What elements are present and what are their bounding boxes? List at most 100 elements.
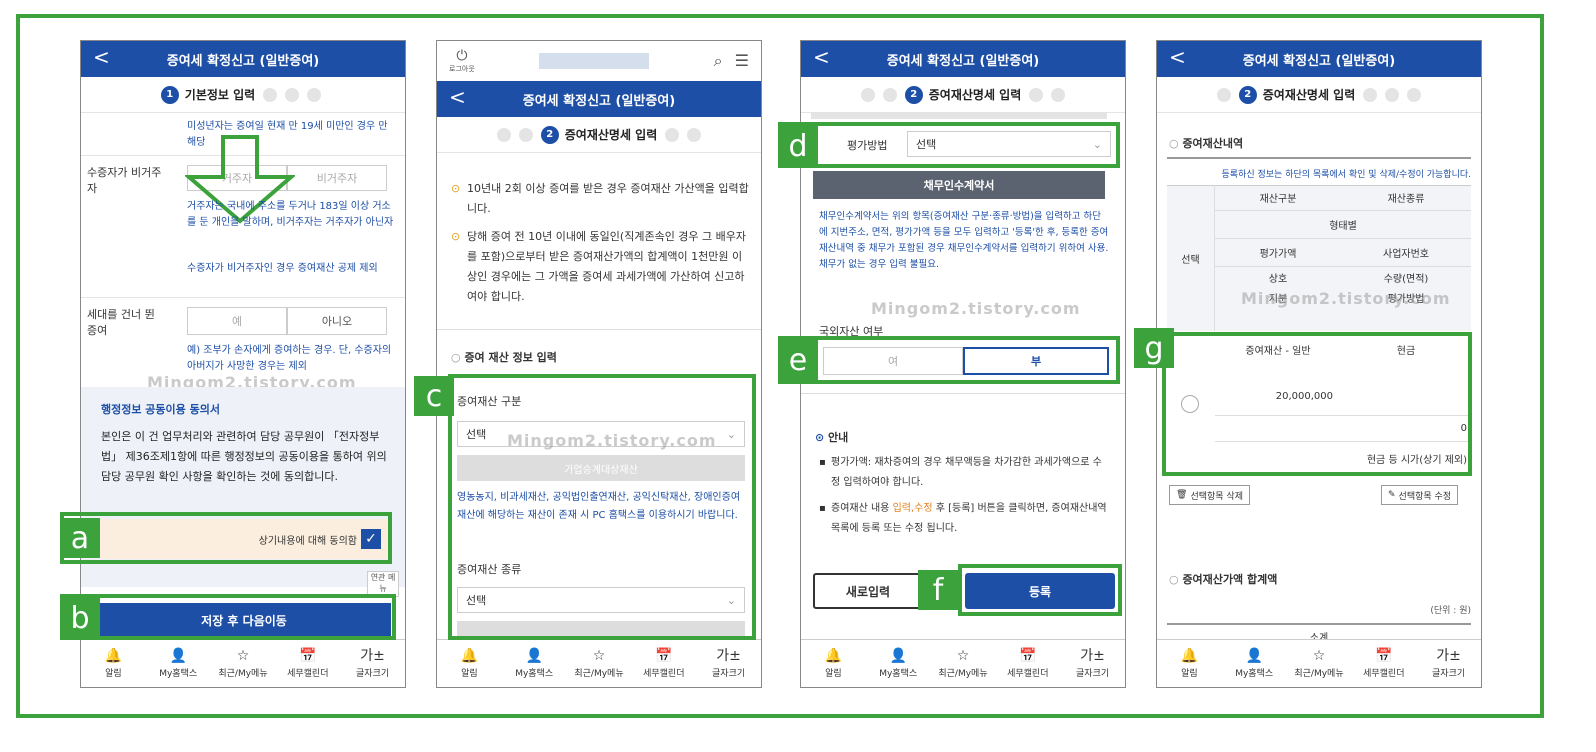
logout-button[interactable]: ⏻ 로그아웃	[449, 48, 475, 74]
circle-icon: ○	[1169, 573, 1183, 586]
calendar-icon: 📅	[1375, 648, 1393, 664]
font-size-icon: 가±	[716, 648, 741, 664]
calendar-icon: 📅	[1019, 648, 1037, 664]
calendar-icon: 📅	[655, 648, 673, 664]
list-desc: 등록하신 정보는 하단의 목록에서 확인 및 삭제/수정이 가능합니다.	[1221, 170, 1471, 180]
header-cell: 평가가액	[1215, 239, 1341, 267]
info-title: ⊙ 안내	[815, 429, 848, 445]
nav-my-hometax[interactable]: 👤 My홈택스	[502, 640, 567, 687]
highlight-e	[778, 336, 1120, 384]
nav-alarm[interactable]: 🔔 알림	[81, 640, 146, 687]
label-c: c	[414, 376, 454, 416]
info-icon: ⊙	[815, 431, 829, 444]
nav-label: My홈택스	[159, 669, 198, 679]
nav-label: 글자크기	[356, 669, 390, 679]
header-cell: 상호	[1268, 273, 1288, 285]
header-cell: 형태별	[1215, 211, 1471, 239]
label-f: f	[918, 570, 958, 610]
bell-icon: 🔔	[824, 648, 843, 664]
total-title: ○ 증여재산가액 합계액	[1169, 571, 1277, 587]
step-dot	[860, 87, 875, 102]
font-size-icon: 가±	[1080, 648, 1105, 664]
page-title: 증여세 확정신고 (일반증여)	[166, 53, 320, 69]
note-generation: 예) 조부가 손자에게 증여하는 경우. 단, 수증자의 아버지가 사망한 경우…	[187, 345, 392, 372]
edit-selected-button[interactable]: ✎ 선택항목 수정	[1381, 485, 1459, 505]
bell-icon: 🔔	[104, 648, 123, 664]
nav-my-hometax[interactable]: 👤 My홈택스	[1222, 640, 1287, 687]
star-icon: ☆	[1312, 648, 1326, 664]
edit-icon: ✎	[1388, 490, 1396, 500]
user-icon: 👤	[169, 648, 187, 664]
font-size-icon: 가±	[1436, 648, 1461, 664]
info-text: 증여재산 내용	[831, 503, 893, 514]
nav-recent-menu[interactable]: ☆ 최근/My메뉴	[567, 640, 632, 687]
delete-selected-button[interactable]: 🗑 선택항목 삭제	[1169, 485, 1250, 505]
menu-icon[interactable]: ☰	[735, 51, 749, 71]
back-icon[interactable]: <	[93, 45, 110, 69]
label-b: b	[60, 598, 100, 638]
page-title: 증여세 확정신고 (일반증여)	[886, 53, 1040, 69]
blurred-logo	[539, 53, 650, 69]
nav-tax-calendar[interactable]: 📅 세무캘린더	[275, 640, 340, 687]
nav-label: 알림	[825, 669, 842, 679]
step-dot	[1216, 87, 1231, 102]
nav-tax-calendar[interactable]: 📅 세무캘린더	[1351, 640, 1416, 687]
nav-alarm[interactable]: 🔔 알림	[801, 640, 866, 687]
search-icon[interactable]: ⌕	[714, 51, 723, 71]
back-icon[interactable]: <	[813, 45, 830, 69]
nav-label: 최근/My메뉴	[938, 669, 988, 679]
nav-my-hometax[interactable]: 👤 My홈택스	[866, 640, 931, 687]
note-resident: 거주자는 국내에 주소를 두거나 183일 이상 거소를 둔 개인을 말하며, …	[187, 201, 394, 228]
nav-recent-menu[interactable]: ☆ 최근/My메뉴	[931, 640, 996, 687]
star-icon: ☆	[592, 648, 606, 664]
info-item-2: ▪ 증여재산 내용 입력,수정 후 [등록] 버튼을 클릭하면, 증여재산내역 목…	[819, 499, 1109, 539]
watermark: Mingom2.tistory.com	[1241, 289, 1451, 308]
nav-font-size[interactable]: 가± 글자크기	[1060, 640, 1125, 687]
nav-font-size[interactable]: 가± 글자크기	[1416, 640, 1481, 687]
nav-my-hometax[interactable]: 👤 My홈택스	[146, 640, 211, 687]
back-icon[interactable]: <	[449, 85, 466, 109]
nav-label: My홈택스	[879, 669, 918, 679]
nav-tax-calendar[interactable]: 📅 세무캘린더	[631, 640, 696, 687]
step-label: 기본정보 입력	[184, 88, 256, 102]
nav-alarm[interactable]: 🔔 알림	[1157, 640, 1222, 687]
page-title: 증여세 확정신고 (일반증여)	[522, 93, 676, 109]
nav-label: 세무캘린더	[287, 669, 329, 679]
nav-label: 최근/My메뉴	[218, 669, 268, 679]
bottom-nav: 🔔 알림 👤 My홈택스 ☆ 최근/My메뉴 📅 세무캘린더 가± 글자크기	[801, 639, 1125, 687]
watermark: Mingom2.tistory.com	[871, 299, 1081, 318]
generation-yes-option[interactable]: 예	[187, 307, 287, 335]
bullet-icon: ⊙	[451, 230, 461, 243]
new-input-button[interactable]: 새로입력	[813, 573, 923, 609]
step-label: 증여재산명세 입력	[928, 88, 1022, 102]
section-title-text: 증여재산내역	[1182, 137, 1244, 150]
nav-label: 최근/My메뉴	[1294, 669, 1344, 679]
debt-contract-button[interactable]: 채무인수계약서	[813, 171, 1105, 199]
highlight-g	[1162, 332, 1472, 476]
info-title-text: 안내	[828, 431, 849, 444]
nav-font-size[interactable]: 가± 글자크기	[340, 640, 405, 687]
consent-body: 본인은 이 건 업무처리와 관련하여 담당 공무원이 「전자정부법」 제36조제…	[101, 430, 387, 483]
user-icon: 👤	[1245, 648, 1263, 664]
nav-alarm[interactable]: 🔔 알림	[437, 640, 502, 687]
step-dot	[882, 87, 897, 102]
header-cell: 재산종류	[1341, 185, 1471, 211]
nonresident-option[interactable]: 비거주자	[287, 165, 387, 191]
nav-recent-menu[interactable]: ☆ 최근/My메뉴	[1287, 640, 1352, 687]
nav-label: 세무캘린더	[1007, 669, 1049, 679]
nav-recent-menu[interactable]: ☆ 최근/My메뉴	[211, 640, 276, 687]
nav-label: 알림	[461, 669, 478, 679]
bullet-icon: ▪	[819, 503, 826, 514]
note-resident-2: 수증자가 비거주자인 경우 증여재산 공제 제외	[187, 263, 378, 274]
section-title: ○ 증여재산내역	[1169, 135, 1243, 151]
generation-no-option[interactable]: 아니오	[287, 307, 387, 335]
nav-tax-calendar[interactable]: 📅 세무캘린더	[995, 640, 1060, 687]
unit-label: (단위 : 원)	[1430, 606, 1471, 616]
highlight-a	[60, 512, 392, 564]
label-g: g	[1134, 328, 1174, 368]
nav-label: 알림	[105, 669, 122, 679]
guide-text: 10년내 2회 이상 증여를 받은 경우 증여재산 가산액을 입력합니다.	[467, 182, 749, 215]
nav-font-size[interactable]: 가± 글자크기	[696, 640, 761, 687]
highlight-d	[778, 122, 1120, 168]
back-icon[interactable]: <	[1169, 45, 1186, 69]
